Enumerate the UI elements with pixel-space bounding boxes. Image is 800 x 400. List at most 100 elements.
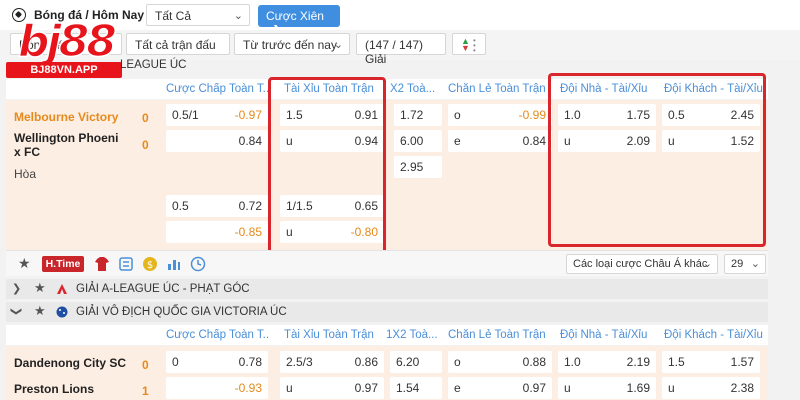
odds-cell[interactable]: 1.0 1.75 (558, 104, 656, 126)
chevron-down-icon: ⌄ (702, 258, 712, 270)
hdp-line: 0.5/1 (172, 108, 199, 122)
odds-cell[interactable]: -0.93 (166, 377, 268, 399)
chevron-right-icon: ❯ (12, 283, 22, 295)
away-ou-over: 1.57 (730, 355, 754, 369)
home-ou-line: 1.0 (564, 355, 581, 369)
hdp-home-odds: 0.78 (238, 355, 262, 369)
away-ou-over: 2.45 (730, 108, 754, 122)
all-matches-select[interactable]: Tất cả trận đấu (126, 33, 230, 55)
hdp-home-odds: -0.97 (234, 108, 262, 122)
odds-cell[interactable]: 0.5/1 -0.97 (166, 104, 268, 126)
league-name: GIẢI A-LEAGUE ÚC - PHẠT GÓC (76, 283, 250, 295)
sort-select[interactable]: Từ trước đến nay ⌄ (234, 33, 350, 55)
home-ou-over: 1.75 (626, 108, 650, 122)
odds-cell[interactable]: u -0.80 (280, 221, 384, 243)
clock-icon[interactable] (190, 256, 206, 272)
league-header-a-league[interactable]: LEAGUE ÚC (6, 56, 768, 76)
odds-cell[interactable]: u 2.38 (662, 377, 760, 399)
odds-cell[interactable]: 1.54 (390, 377, 442, 399)
odds-cell[interactable]: 1/1.5 0.65 (280, 195, 384, 217)
away-ou-under-label: u (668, 134, 675, 148)
bar-chart-icon[interactable] (166, 256, 182, 272)
ou-over-odds: 0.86 (354, 355, 378, 369)
a-league-logo-icon (57, 284, 67, 294)
home-ou-under-label: u (564, 381, 571, 395)
home-ou-under-label: u (564, 134, 571, 148)
bet-type-select-value: Các loại cược Châu Á khác (573, 258, 708, 270)
odds-cell[interactable]: 0.5 2.45 (662, 104, 760, 126)
odds-cell[interactable]: 0 0.78 (166, 351, 268, 373)
odds-cell[interactable]: 0.5 0.72 (166, 195, 268, 217)
home-team[interactable]: Dandenong City SC (14, 356, 126, 370)
odds-cell[interactable]: o 0.88 (448, 351, 552, 373)
home-ou-line: 1.0 (564, 108, 581, 122)
odds-cell[interactable]: 6.20 (390, 351, 442, 373)
oe-even-odds: 0.84 (522, 134, 546, 148)
away-ou-line: 1.5 (668, 355, 685, 369)
bet-type-select[interactable]: Các loại cược Châu Á khác ⌄ (566, 254, 718, 274)
league-header-victoria[interactable]: ❯ ★ GIẢI VÔ ĐỊCH QUỐC GIA VICTORIA ÚC (6, 302, 768, 322)
hdp-line: 0.5 (172, 199, 189, 213)
col-away-ou: Đội Khách - Tài/Xỉu (664, 83, 763, 95)
odds-cell[interactable]: u 1.52 (662, 130, 760, 152)
col-home-ou: Đội Nhà - Tài/Xỉu (560, 83, 648, 95)
odds-cell[interactable]: 1.5 1.57 (662, 351, 760, 373)
favorite-star-icon[interactable]: ★ (18, 255, 31, 272)
oe-odd-odds: 0.88 (522, 355, 546, 369)
col-odd-even: Chẵn Lẻ Toàn Trận (448, 83, 546, 95)
sort-select-value: Từ trước đến nay (243, 38, 337, 52)
odds-cell[interactable]: 1.5 0.91 (280, 104, 384, 126)
hdp-line: 0 (172, 355, 179, 369)
away-team-line2[interactable]: x FC (14, 145, 40, 159)
hdp-away-odds: -0.85 (234, 225, 262, 239)
odds-cell[interactable]: u 2.09 (558, 130, 656, 152)
ou-line: 1/1.5 (286, 199, 313, 213)
away-score: 1 (142, 384, 149, 398)
odds-cell[interactable]: 6.00 (394, 130, 442, 152)
more-bets-count: 29 (731, 258, 744, 270)
oe-odd-odds: -0.99 (518, 108, 546, 122)
odds-cell[interactable]: u 1.69 (558, 377, 656, 399)
away-ou-under: 2.38 (730, 381, 754, 395)
odds-cell[interactable]: 0.84 (166, 130, 268, 152)
ou-under-odds: 0.94 (354, 134, 378, 148)
cash-out-icon[interactable]: $ (142, 256, 158, 272)
odds-cell[interactable]: 1.0 2.19 (558, 351, 656, 373)
half-time-badge[interactable]: H.Time (42, 256, 84, 272)
filter-select[interactable]: Tất Cả ⌄ (146, 4, 250, 26)
home-ou-under: 2.09 (626, 134, 650, 148)
ou-over-odds: 0.91 (354, 108, 378, 122)
away-team[interactable]: Preston Lions (14, 382, 94, 396)
column-header-row: Cược Chấp Toàn T... Tài Xỉu Toàn Trận 1X… (6, 325, 768, 345)
favorite-star-icon[interactable]: ★ (34, 280, 46, 296)
stats-list-icon[interactable] (118, 256, 134, 272)
more-bets-count-select[interactable]: 29 ⌄ (724, 254, 766, 274)
away-score: 0 (142, 138, 149, 152)
oe-even-label: e (454, 134, 461, 148)
favorite-star-icon[interactable]: ★ (34, 303, 46, 319)
odds-cell[interactable]: -0.85 (166, 221, 268, 243)
draw-label: Hòa (14, 167, 37, 181)
odds-cell[interactable]: u 0.97 (280, 377, 384, 399)
shirt-icon[interactable] (94, 256, 110, 272)
odds-cell[interactable]: e 0.97 (448, 377, 552, 399)
col-1x2: X2 Toà... (390, 83, 436, 95)
parlay-button-label: Cược Xiên (266, 9, 324, 23)
parlay-button[interactable]: Cược Xiên ❯ (258, 5, 340, 37)
away-team-line1[interactable]: Wellington Phoeni (14, 131, 118, 145)
odds-cell[interactable]: 2.5/3 0.86 (280, 351, 384, 373)
odds-cell[interactable]: e 0.84 (448, 130, 552, 152)
home-team[interactable]: Melbourne Victory (14, 110, 118, 124)
sort-odds-button[interactable]: ▲ ▼ • • • (452, 33, 486, 55)
odds-cell[interactable]: u 0.94 (280, 130, 384, 152)
odds-cell[interactable]: 1.72 (394, 104, 442, 126)
league-count-select[interactable]: (147 / 147) Giải (356, 33, 446, 66)
ou-over-odds: 0.65 (354, 199, 378, 213)
ou-under-odds: 0.97 (354, 381, 378, 395)
odds-cell[interactable]: o -0.99 (448, 104, 552, 126)
hdp-away-odds: -0.93 (234, 381, 262, 395)
league-header-a-league-corners[interactable]: ❯ ★ GIẢI A-LEAGUE ÚC - PHẠT GÓC (6, 279, 768, 299)
col-home-ou: Đội Nhà - Tài/Xỉu (560, 329, 648, 341)
home-score: 0 (142, 358, 149, 372)
odds-cell[interactable]: 2.95 (394, 156, 442, 178)
